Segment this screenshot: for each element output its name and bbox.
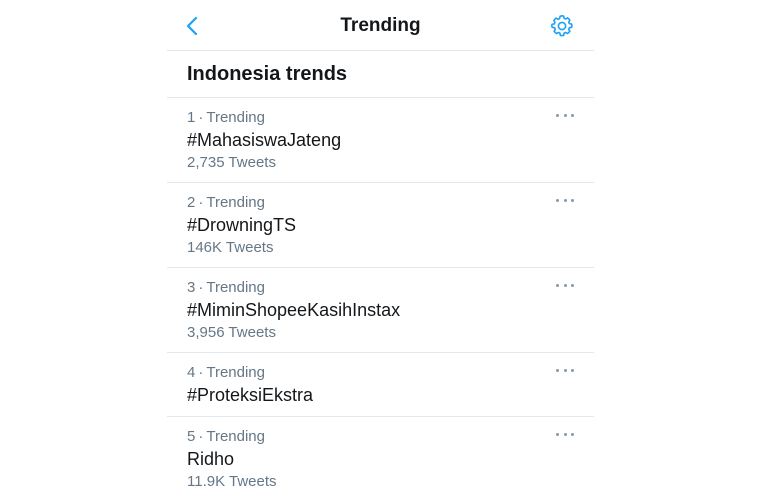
trend-meta: 2 · Trending — [187, 194, 265, 211]
more-options-button[interactable] — [556, 110, 574, 120]
trend-label: Trending — [206, 428, 265, 445]
more-dot — [556, 283, 559, 287]
trend-rank: 2 — [187, 194, 196, 211]
settings-button[interactable] — [550, 14, 574, 38]
more-dot — [571, 283, 574, 287]
trends-panel: Trending Indonesia trends 1 · Trending #Ma… — [167, 0, 594, 500]
trend-rank: 3 — [187, 279, 196, 296]
more-dot — [556, 113, 559, 117]
trend-meta: 1 · Trending — [187, 109, 265, 126]
trend-name: #MiminShopeeKasihInstax — [187, 300, 401, 320]
more-dot — [571, 113, 574, 117]
trend-tweet-count: 2,735 Tweets — [187, 154, 276, 171]
more-dot — [563, 283, 567, 287]
trend-meta: 5 · Trending — [187, 428, 265, 445]
more-options-button[interactable] — [556, 280, 574, 290]
page-title: Trending — [340, 15, 421, 36]
trend-item[interactable]: 5 · Trending Ridho 11.9K Tweets — [167, 417, 594, 501]
more-dot — [563, 113, 567, 117]
more-dot — [571, 198, 574, 202]
more-dot — [556, 432, 559, 436]
more-dot — [563, 368, 567, 372]
trend-meta: 3 · Trending — [187, 279, 265, 296]
trend-name: #MahasiswaJateng — [187, 130, 342, 150]
trend-tweet-count: 11.9K Tweets — [187, 473, 277, 490]
section-title: Indonesia trends — [187, 62, 348, 85]
trend-rank: 5 — [187, 428, 196, 445]
trend-label: Trending — [206, 364, 265, 381]
trend-rank: 1 — [187, 109, 196, 126]
meta-separator: · — [198, 109, 204, 126]
trend-name: Ridho — [187, 449, 235, 469]
meta-separator: · — [198, 194, 204, 211]
trend-label: Trending — [206, 109, 265, 126]
more-dot — [563, 432, 567, 436]
trend-item[interactable]: 3 · Trending #MiminShopeeKasihInstax 3,956… — [167, 268, 594, 353]
gear-icon — [551, 15, 573, 37]
trend-item[interactable]: 2 · Trending #DrowningTS 146K Tweets — [167, 183, 594, 268]
more-dot — [571, 368, 574, 372]
more-dot — [571, 432, 574, 436]
trend-tweet-count: 3,956 Tweets — [187, 324, 276, 341]
more-options-button[interactable] — [556, 429, 574, 439]
trend-item[interactable]: 4 · Trending #ProteksiEkstra — [167, 353, 594, 417]
trend-name: #DrowningTS — [187, 215, 297, 235]
more-dot — [556, 368, 559, 372]
top-bar: Trending — [167, 0, 594, 51]
more-dot — [556, 198, 559, 202]
meta-separator: · — [198, 428, 204, 445]
trend-item[interactable]: 1 · Trending #MahasiswaJateng 2,735 Tweets — [167, 98, 594, 183]
trend-label: Trending — [206, 194, 265, 211]
more-dot — [563, 198, 567, 202]
meta-separator: · — [198, 279, 204, 296]
section-header: Indonesia trends — [167, 51, 594, 98]
more-options-button[interactable] — [556, 365, 574, 375]
trend-label: Trending — [206, 279, 265, 296]
trend-meta: 4 · Trending — [187, 364, 265, 381]
trend-tweet-count: 146K Tweets — [187, 239, 274, 256]
trend-rank: 4 — [187, 364, 196, 381]
meta-separator: · — [198, 364, 204, 381]
trend-name: #ProteksiEkstra — [187, 385, 314, 405]
more-options-button[interactable] — [556, 195, 574, 205]
